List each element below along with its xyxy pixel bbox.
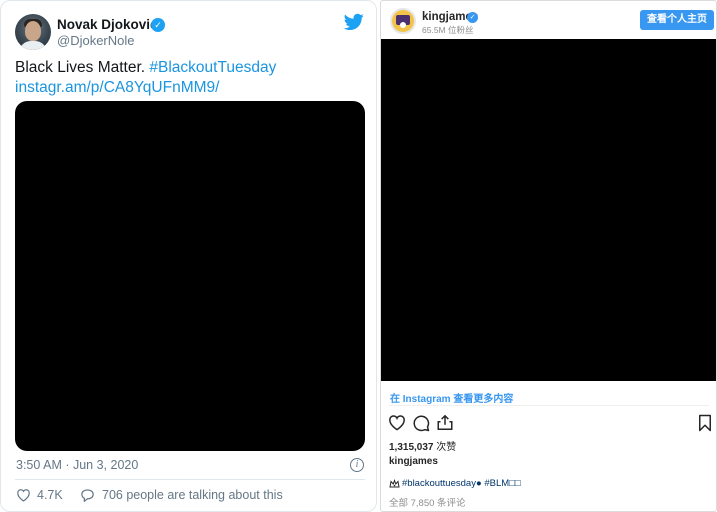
like-count[interactable]: 4.7K bbox=[37, 488, 63, 502]
info-icon[interactable]: i bbox=[350, 458, 364, 472]
instagram-link[interactable]: instagr.am/p/CA8YqUFnMM9/ bbox=[15, 79, 219, 96]
follower-count: 65.5M 位粉丝 bbox=[422, 25, 474, 35]
caption-owner[interactable]: kingjames bbox=[389, 456, 438, 467]
divider bbox=[389, 405, 709, 406]
divider bbox=[15, 479, 365, 480]
like-count: 1,315,037 次赞 bbox=[389, 438, 456, 453]
twitter-bird-icon[interactable] bbox=[344, 13, 364, 31]
view-more-link[interactable]: 在 Instagram 查看更多内容 bbox=[390, 390, 513, 405]
heart-icon[interactable] bbox=[16, 488, 31, 502]
comment-icon[interactable] bbox=[412, 414, 430, 432]
verified-badge-icon: ✓ bbox=[151, 18, 165, 32]
avatar-dot bbox=[400, 22, 406, 28]
twitter-embed-card: Novak Djokovic ✓ @DjokerNole Black Lives… bbox=[0, 0, 377, 512]
tweet-text-main: Black Lives Matter. bbox=[15, 59, 146, 76]
verified-badge-icon: ✓ bbox=[467, 12, 478, 23]
caption-hashtags[interactable]: #blackouttuesday● #BLM□□ bbox=[402, 478, 521, 489]
owner-avatar[interactable] bbox=[390, 8, 416, 34]
instagram-embed-card: kingjames ✓ 65.5M 位粉丝 查看个人主页 在 Instagram… bbox=[380, 0, 717, 512]
author-avatar[interactable] bbox=[15, 14, 51, 50]
bookmark-icon[interactable] bbox=[698, 414, 712, 432]
avatar-face bbox=[25, 21, 41, 41]
author-name[interactable]: Novak Djokovic bbox=[57, 17, 158, 32]
like-suffix: 次赞 bbox=[433, 442, 457, 453]
conversation-link[interactable]: 706 people are talking about this bbox=[102, 488, 283, 502]
hashtag-link[interactable]: #BlackoutTuesday bbox=[149, 59, 276, 76]
heart-outline-icon[interactable] bbox=[388, 414, 406, 431]
author-handle[interactable]: @DjokerNole bbox=[57, 33, 135, 48]
tweet-timestamp[interactable]: 3:50 AM · Jun 3, 2020 bbox=[16, 458, 138, 472]
like-number: 1,315,037 bbox=[389, 442, 434, 453]
tweet-media-black-image[interactable] bbox=[15, 101, 365, 451]
avatar-shirt bbox=[19, 41, 47, 50]
view-profile-button[interactable]: 查看个人主页 bbox=[640, 10, 714, 30]
crown-emoji-icon bbox=[389, 479, 400, 488]
reply-icon[interactable] bbox=[80, 488, 95, 502]
post-media-black-image[interactable] bbox=[381, 39, 716, 381]
tweet-text: Black Lives Matter. #BlackoutTuesday ins… bbox=[15, 58, 365, 98]
share-icon[interactable] bbox=[436, 413, 454, 432]
view-all-comments[interactable]: 全部 7,850 条评论 bbox=[389, 495, 466, 509]
